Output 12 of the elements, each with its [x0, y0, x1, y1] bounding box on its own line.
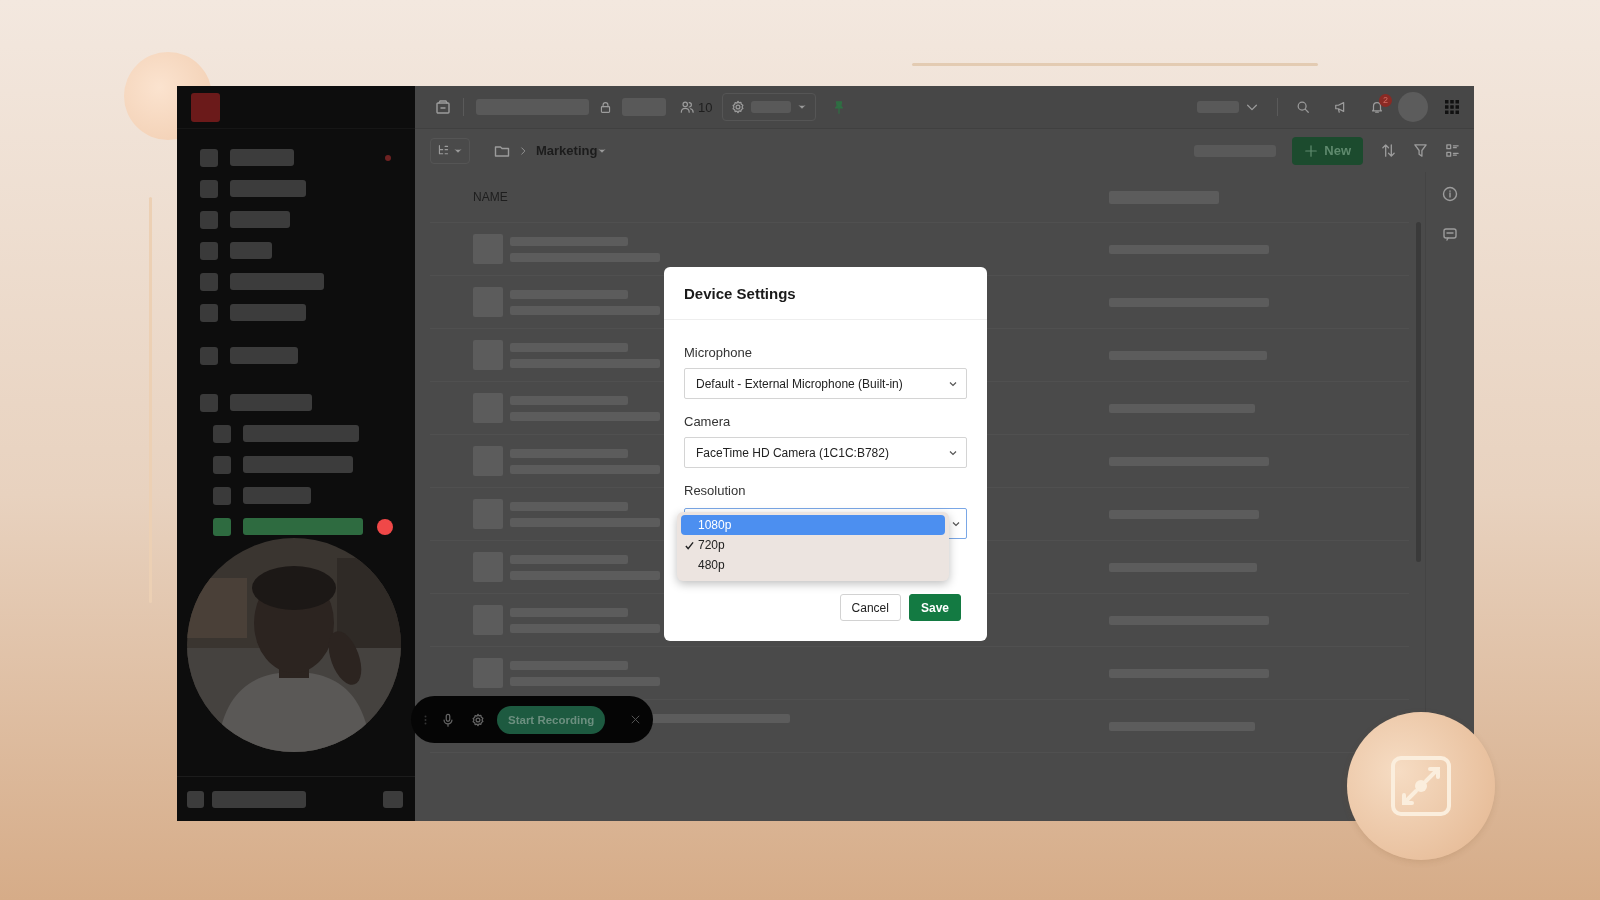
field-label: Camera [684, 414, 731, 429]
field-label: Resolution [684, 483, 746, 498]
dropdown-option[interactable]: 720p [681, 535, 945, 555]
save-button[interactable]: Save [908, 594, 961, 621]
select-field[interactable]: Default - External Microphone (Built-in) [684, 368, 967, 399]
select-field[interactable]: FaceTime HD Camera (1C1C:B782) [684, 437, 967, 468]
field-label: Microphone [684, 345, 752, 360]
cancel-button[interactable]: Cancel [839, 594, 901, 621]
dropdown-option[interactable]: 1080p [681, 515, 945, 535]
dialog-title: Device Settings [684, 284, 796, 302]
dropdown-option[interactable]: 480p [681, 555, 945, 575]
notification-badge: 2 [1379, 94, 1392, 107]
